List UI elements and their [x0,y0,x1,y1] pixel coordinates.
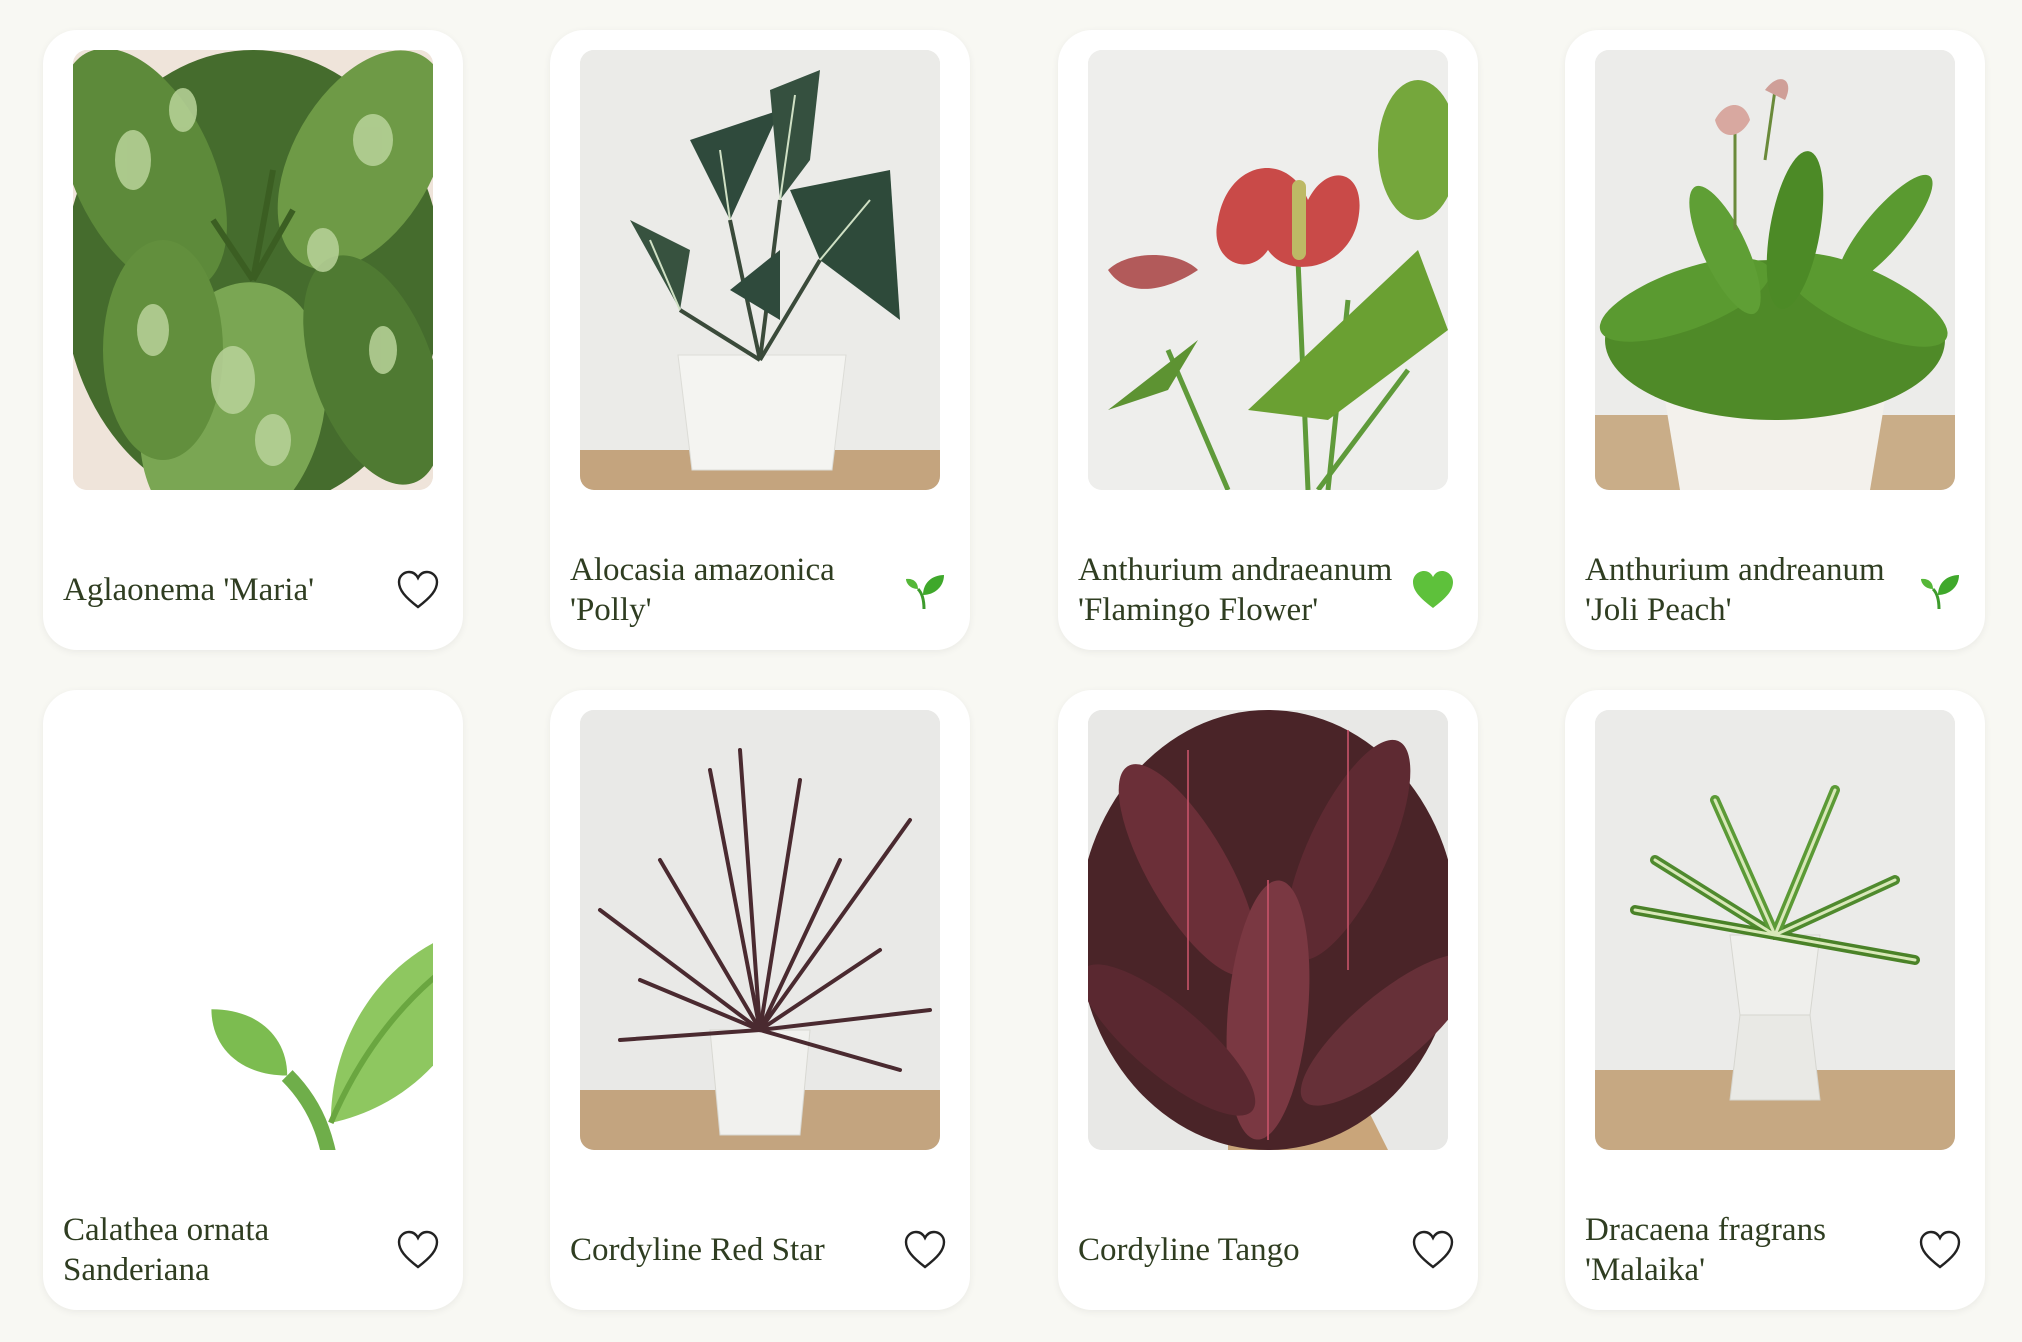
plant-placeholder [73,710,433,1150]
dracaena-malaika-photo [1595,710,1955,1150]
plant-card[interactable]: Calathea ornata Sanderiana [43,690,463,1310]
plant-card[interactable]: Aglaonema 'Maria' [43,30,463,650]
plant-name: Cordyline Red Star [570,1232,825,1268]
plant-name: Anthurium andreanum 'Joli Peach' [1585,552,1885,628]
anthurium-joli-peach-photo [1595,50,1955,490]
plant-name: Calathea ornata Sanderiana [63,1212,270,1288]
heart-outline-icon[interactable] [395,1227,441,1273]
seedling-icon[interactable] [902,567,948,613]
plant-card[interactable]: Dracaena fragrans 'Malaika' [1565,690,1985,1310]
plant-name: Anthurium andraeanum 'Flamingo Flower' [1078,552,1393,628]
plant-photo [1595,50,1955,490]
plant-name: Alocasia amazonica 'Polly' [570,552,835,628]
heart-outline-icon[interactable] [902,1227,948,1273]
heart-outline-icon[interactable] [395,567,441,613]
seedling-icon[interactable] [1917,567,1963,613]
plant-card[interactable]: Cordyline Red Star [550,690,970,1310]
plant-card[interactable]: Alocasia amazonica 'Polly' [550,30,970,650]
plant-card[interactable]: Cordyline Tango [1058,690,1478,1310]
plant-card[interactable]: Anthurium andreanum 'Joli Peach' [1565,30,1985,650]
plant-photo [73,50,433,490]
cordyline-tango-photo [1088,710,1448,1150]
plant-name: Cordyline Tango [1078,1232,1300,1268]
green-heart-icon[interactable] [1410,567,1456,613]
aglaonema-photo [73,50,433,490]
heart-outline-icon[interactable] [1917,1227,1963,1273]
plant-card[interactable]: Anthurium andraeanum 'Flamingo Flower' [1058,30,1478,650]
cordyline-red-star-photo [580,710,940,1150]
plant-name: Aglaonema 'Maria' [63,572,315,608]
alocasia-photo [580,50,940,490]
anthurium-flamingo-photo [1088,50,1448,490]
seedling-placeholder-icon [211,943,433,1150]
plant-photo [1595,710,1955,1150]
plant-photo [580,710,940,1150]
heart-outline-icon[interactable] [1410,1227,1456,1273]
plant-name: Dracaena fragrans 'Malaika' [1585,1212,1826,1288]
plant-photo [1088,710,1448,1150]
plant-photo [580,50,940,490]
plant-photo [1088,50,1448,490]
plant-grid: Aglaonema 'Maria' Alocasia amazonica 'Po… [0,0,2022,1342]
